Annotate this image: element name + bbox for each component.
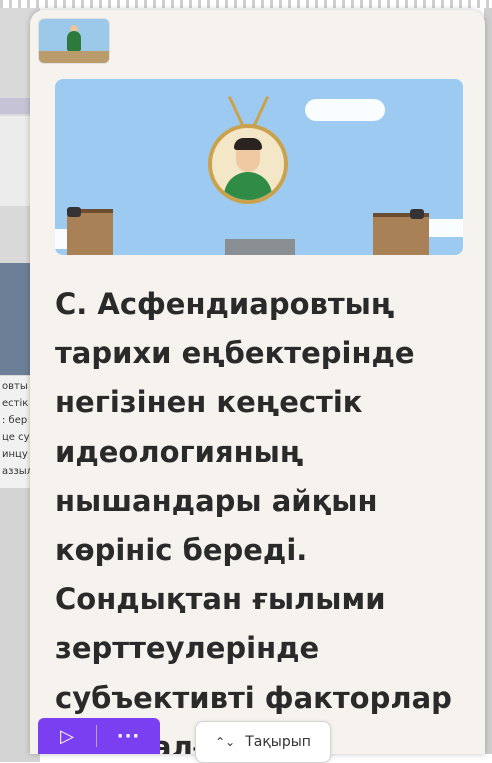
tower-cap <box>67 207 81 217</box>
medallion-cord <box>227 95 246 129</box>
monument-stand <box>225 239 295 255</box>
story-card-panel: С. Асфендиаровтың тарихи еңбектерінде не… <box>30 10 485 754</box>
scrollbar-edge[interactable] <box>484 8 492 754</box>
play-icon: ▷ <box>60 725 74 747</box>
tower-cap <box>410 209 424 219</box>
slide-thumbnail[interactable] <box>38 18 110 64</box>
medallion-cord <box>251 95 270 129</box>
thumbnail-figure <box>67 31 81 51</box>
hero-illustration <box>55 79 463 255</box>
cloud <box>305 99 385 121</box>
chevron-up-down-icon: ⌃⌄ <box>215 735 236 749</box>
thumbnail-ground <box>39 51 109 63</box>
portrait-hair <box>234 138 262 150</box>
playback-controls: ▷ ··· <box>38 718 160 754</box>
topic-label: Тақырып <box>245 734 311 750</box>
topic-button[interactable]: ⌃⌄ Тақырып <box>195 721 331 763</box>
play-button[interactable]: ▷ <box>38 718 96 754</box>
portrait-body <box>224 172 272 200</box>
more-options-button[interactable]: ··· <box>97 718 160 754</box>
yurt-right <box>373 213 429 255</box>
card-body-text: С. Асфендиаровтың тарихи еңбектерінде не… <box>55 287 452 754</box>
portrait-medallion <box>208 124 288 204</box>
more-icon: ··· <box>116 725 141 747</box>
top-strip <box>0 0 492 8</box>
